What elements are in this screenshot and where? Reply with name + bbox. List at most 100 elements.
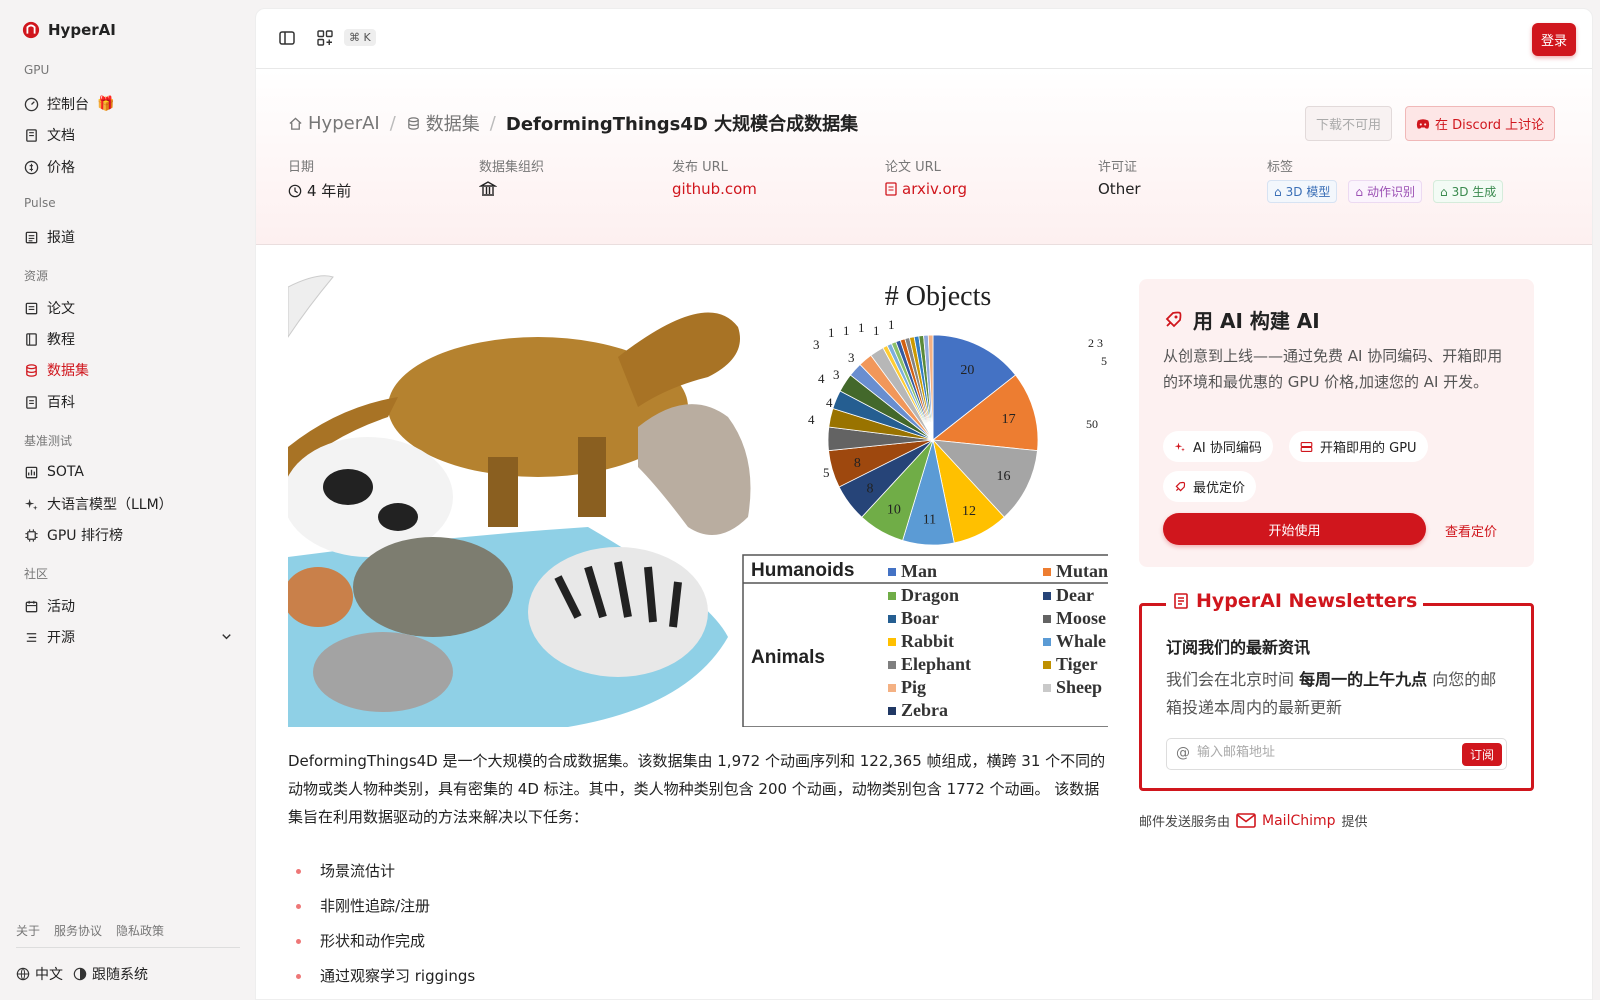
pill-label: 最优定价	[1193, 481, 1246, 496]
chevron-down-icon[interactable]	[219, 629, 234, 644]
newsletter-title: HyperAI Newsletters	[1196, 590, 1418, 612]
pie-value-label: 11	[923, 513, 936, 528]
sidebar-item-sota[interactable]: SOTA	[24, 460, 234, 484]
sidebar-item-docs[interactable]: 文档	[24, 123, 234, 147]
legend-swatch	[888, 707, 896, 715]
sidebar-item-label: SOTA	[47, 464, 84, 480]
apps-icon[interactable]	[316, 29, 334, 47]
sidebar-item-llm[interactable]: 大语言模型（LLM）	[24, 492, 234, 516]
rocket-icon	[1165, 311, 1182, 327]
footer-links: 关于 服务协议 隐私政策	[16, 922, 164, 939]
sidebar-item-gpu-leaderboard[interactable]: GPU 排行榜	[24, 523, 234, 547]
footer-link-privacy[interactable]: 隐私政策	[116, 922, 164, 939]
chart-icon	[25, 466, 38, 478]
wiki-icon	[26, 395, 37, 409]
sidebar-item-datasets[interactable]: 数据集	[24, 358, 234, 382]
sidebar-item-opensource[interactable]: 开源	[24, 625, 234, 649]
login-button[interactable]: 登录	[1531, 23, 1576, 56]
tag-action-recognition[interactable]: ⌂ 动作识别	[1348, 180, 1422, 203]
legend-group-humanoids: Humanoids	[751, 560, 854, 581]
calendar-icon	[25, 600, 38, 612]
newsletter-text-pre: 我们会在北京时间	[1166, 670, 1300, 689]
task-item: 场景流估计	[288, 854, 475, 889]
dinosaur-leg	[488, 457, 518, 527]
sidebar-item-label: 论文	[47, 301, 75, 317]
pie-value-label: 12	[962, 504, 976, 519]
language-switch[interactable]: 中文	[16, 964, 63, 984]
tag-3d-model[interactable]: ⌂ 3D 模型	[1267, 180, 1338, 203]
nav-section-resources: 资源	[24, 269, 49, 283]
news-icon	[25, 231, 38, 243]
newsletter-subtitle: 订阅我们的最新资讯	[1166, 638, 1311, 657]
mailchimp-link[interactable]: MailChimp	[1262, 813, 1336, 829]
brand-name: HyperAI	[48, 21, 116, 39]
legend-label: Moose	[1056, 608, 1106, 628]
footer-link-about[interactable]: 关于	[16, 922, 40, 939]
tag-3d-generation[interactable]: ⌂ 3D 生成	[1432, 180, 1504, 203]
pie-outer-label: 4	[818, 371, 825, 386]
legend-swatch	[1043, 661, 1051, 669]
email-input[interactable]	[1197, 745, 1447, 760]
dataset-figure: # Objects 20 17 16 12 11 10 8 8 311111334445 2 …	[288, 267, 1108, 727]
date-value-wrap: 4 年前	[288, 180, 351, 201]
sidebar-item-news[interactable]: 报道	[24, 225, 234, 249]
task-item: 通过观察学习 riggings	[288, 959, 475, 994]
dataset-description: DeformingThings4D 是一个大规模的合成数据集。该数据集由 1,9…	[288, 752, 1106, 826]
mailchimp-credit: 邮件发送服务由 MailChimp 提供	[1139, 811, 1368, 831]
legend-label: Tiger	[1056, 654, 1098, 674]
discord-button[interactable]: 在 Discord 上讨论	[1405, 106, 1556, 141]
legend-swatch	[1043, 615, 1051, 623]
legend-swatch	[888, 684, 896, 692]
hyperai-logo-icon	[22, 21, 40, 39]
legend-swatch	[888, 615, 896, 623]
legend-swatch	[1043, 684, 1051, 692]
dataset-header: HyperAI / 数据集 / DeformingThings4D 大规模合成数…	[256, 70, 1592, 245]
pill-ai-coding: AI 协同编码	[1163, 431, 1273, 462]
sidebar-item-label: 活动	[47, 599, 75, 615]
nav-section-gpu: GPU	[24, 63, 50, 77]
sidebar-item-wiki[interactable]: 百科	[24, 390, 234, 414]
footer-link-terms[interactable]: 服务协议	[54, 922, 102, 939]
sidebar-item-tutorials[interactable]: 教程	[24, 327, 234, 351]
brand[interactable]: HyperAI	[22, 21, 116, 39]
sidebar-item-console[interactable]: 控制台 🎁	[24, 92, 234, 116]
date-label: 日期	[288, 160, 315, 175]
theme-label: 跟随系统	[92, 967, 148, 983]
sidebar-item-label: 百科	[47, 395, 75, 411]
sidebar-item-papers[interactable]: 论文	[24, 296, 234, 320]
sidebar-item-label: 文档	[47, 128, 75, 144]
sidebar-item-events[interactable]: 活动	[24, 594, 234, 618]
home-icon	[289, 116, 302, 130]
download-button[interactable]: 下载不可用	[1305, 106, 1393, 141]
nav-section-community: 社区	[24, 567, 49, 581]
view-pricing-link[interactable]: 查看定价	[1445, 521, 1497, 540]
sparkle-icon	[24, 498, 38, 510]
legend-label: Dragon	[901, 585, 959, 605]
subscribe-button[interactable]: 订阅	[1461, 743, 1502, 766]
sidebar-toggle-icon[interactable]	[278, 29, 296, 47]
search-shortcut[interactable]: ⌘ K	[344, 29, 376, 46]
get-started-button[interactable]: 开始使用	[1163, 513, 1426, 545]
paper-url-link[interactable]: arxiv.org	[885, 180, 967, 198]
pie-value-label: 20	[960, 363, 974, 378]
pie-outer-label: 1	[828, 325, 835, 340]
publish-url-link[interactable]: github.com	[672, 180, 757, 198]
breadcrumb-home[interactable]: HyperAI	[288, 113, 380, 134]
pie-outer-label: 1	[888, 317, 895, 332]
sidebar-item-label: 价格	[47, 160, 75, 176]
pie-outer-label: 1	[858, 320, 865, 335]
list-icon	[26, 632, 37, 642]
breadcrumb-section-label: 数据集	[425, 114, 480, 135]
theme-switch[interactable]: 跟随系统	[73, 964, 148, 984]
pie-value-label: 8	[867, 481, 874, 496]
sidebar-item-label: 大语言模型（LLM）	[47, 497, 173, 513]
breadcrumb-section[interactable]: 数据集	[406, 110, 480, 136]
tag-label: 3D 生成	[1451, 185, 1497, 199]
pie-outer-label: 5	[823, 465, 830, 480]
pie-outer-label: 4	[826, 395, 833, 410]
tag-icon: ⌂	[1439, 184, 1448, 199]
sidebar-item-label: 报道	[47, 230, 75, 246]
institution-icon	[479, 181, 497, 196]
ai-card-title: 用 AI 构建 AI	[1193, 309, 1320, 333]
sidebar-item-pricing[interactable]: 价格	[24, 155, 234, 179]
